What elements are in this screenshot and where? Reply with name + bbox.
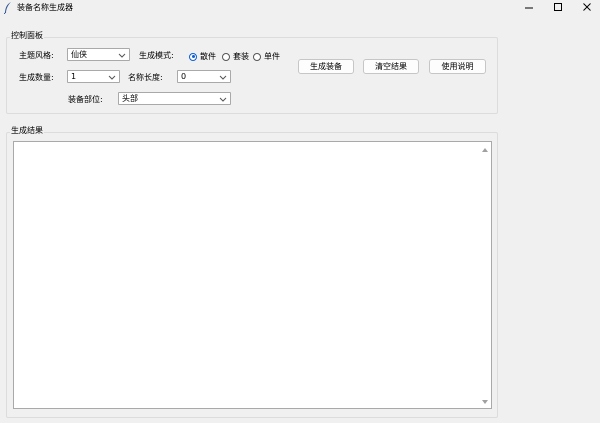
scroll-up-icon[interactable]: [481, 146, 489, 152]
mode-radio-2[interactable]: 单件: [253, 51, 280, 62]
part-label: 装备部位:: [68, 95, 103, 104]
chevron-down-icon: [118, 52, 126, 58]
window-title: 装备名称生成器: [17, 3, 73, 12]
minimize-button[interactable]: [514, 0, 544, 14]
name-length-select[interactable]: 0: [177, 70, 231, 83]
theme-label: 主题风格:: [19, 51, 54, 60]
mode-radio-1[interactable]: 套装: [222, 51, 249, 62]
part-value: 头部: [122, 94, 138, 103]
clear-button[interactable]: 清空结果: [363, 59, 419, 74]
feather-icon: [3, 2, 12, 15]
results-title: 生成结果: [10, 126, 44, 136]
generate-button[interactable]: 生成装备: [298, 59, 354, 74]
mode-label: 生成模式:: [139, 51, 174, 60]
vertical-scrollbar[interactable]: [479, 142, 491, 408]
control-panel-title: 控制面板: [10, 31, 44, 41]
help-button[interactable]: 使用说明: [429, 59, 486, 74]
count-label: 生成数量:: [19, 73, 54, 82]
theme-select[interactable]: 仙侠: [67, 48, 130, 61]
count-select[interactable]: 1: [67, 70, 120, 83]
mode-radio-0[interactable]: 散件: [189, 51, 216, 62]
chevron-down-icon: [108, 74, 116, 80]
name-length-label: 名称长度:: [128, 73, 163, 82]
radio-checked-icon: [189, 52, 197, 61]
close-icon: [582, 2, 592, 12]
title-bar: 装备名称生成器: [0, 0, 600, 16]
mode-radio-label: 散件: [200, 51, 216, 61]
count-value: 1: [71, 72, 77, 81]
radio-unchecked-icon: [222, 52, 230, 61]
scroll-down-icon[interactable]: [481, 398, 489, 404]
chevron-down-icon: [219, 74, 227, 80]
chevron-down-icon: [219, 96, 227, 102]
radio-unchecked-icon: [253, 52, 261, 61]
name-length-value: 0: [181, 72, 187, 81]
results-textarea[interactable]: [13, 141, 492, 409]
part-select[interactable]: 头部: [118, 92, 231, 105]
theme-value: 仙侠: [71, 50, 87, 59]
minimize-icon: [524, 2, 534, 12]
close-button[interactable]: [572, 0, 600, 14]
maximize-icon: [553, 2, 563, 12]
maximize-button[interactable]: [543, 0, 573, 14]
mode-radio-label: 单件: [264, 51, 280, 61]
mode-radio-label: 套装: [233, 51, 249, 61]
